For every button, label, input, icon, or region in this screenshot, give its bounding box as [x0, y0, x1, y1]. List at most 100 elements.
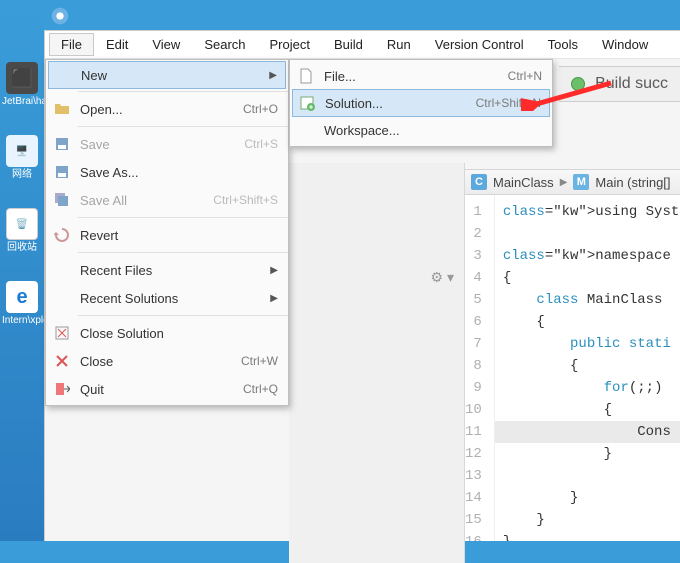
chevron-right-icon: ▶	[268, 265, 278, 276]
breadcrumb-class[interactable]: MainClass	[493, 175, 554, 190]
submenuitem-label: File...	[324, 69, 508, 84]
line-number: 2	[465, 223, 482, 245]
ide-logo-icon	[49, 5, 71, 27]
line-number: 3	[465, 245, 482, 267]
menu-window[interactable]: Window	[590, 33, 660, 56]
menuitem-close-solution[interactable]: Close Solution	[46, 319, 288, 347]
menu-tools[interactable]: Tools	[536, 33, 590, 56]
code-area[interactable]: class="kw">using System; class="kw">name…	[495, 195, 680, 541]
menu-search[interactable]: Search	[192, 33, 257, 56]
menu-file[interactable]: File	[49, 33, 94, 56]
desktop-icon-ie[interactable]: e Intern\xplore	[2, 281, 42, 326]
submenuitem-file[interactable]: File...Ctrl+N	[290, 62, 552, 90]
menu-edit[interactable]: Edit	[94, 33, 140, 56]
quit-icon	[52, 380, 72, 398]
close-icon	[52, 352, 72, 370]
desktop-label: 网络	[2, 169, 42, 180]
submenuitem-solution[interactable]: Solution...Ctrl+Shift+N	[292, 89, 550, 117]
desktop-label: Intern\xplore	[2, 315, 42, 326]
code-editor[interactable]: 12345678910111213141516 class="kw">using…	[465, 195, 680, 541]
code-line: class MainClass	[503, 292, 663, 308]
menu-project[interactable]: Project	[258, 33, 322, 56]
menuitem-label: Recent Files	[80, 263, 268, 278]
menuitem-new[interactable]: New▶	[48, 61, 286, 89]
code-line: }	[503, 534, 511, 541]
menuitem-label: Open...	[80, 102, 243, 117]
menu-file-dropdown: New▶Open...Ctrl+OSaveCtrl+SSave As...Sav…	[45, 59, 289, 406]
menuitem-label: Close Solution	[80, 326, 278, 341]
jetbrains-icon: ⬛	[6, 62, 38, 94]
menu-view[interactable]: View	[140, 33, 192, 56]
menuitem-label: Save	[80, 137, 244, 152]
line-number: 8	[465, 355, 482, 377]
line-number: 15	[465, 509, 482, 531]
ie-icon: e	[6, 281, 38, 313]
menu-run[interactable]: Run	[375, 33, 423, 56]
desktop-label: JetBrai\harm	[2, 96, 42, 107]
code-line: class="kw">using System;	[503, 204, 680, 220]
menuitem-close[interactable]: CloseCtrl+W	[46, 347, 288, 375]
code-line: public stati	[503, 336, 671, 352]
desktop-label: 回收站	[2, 242, 42, 253]
line-number: 5	[465, 289, 482, 311]
revert-icon	[52, 226, 72, 244]
menu-separator	[78, 217, 288, 218]
code-line: {	[503, 402, 612, 418]
desktop-icon-recyclebin[interactable]: 🗑️ 回收站	[2, 208, 42, 253]
code-line: class="kw">namespace Mode01	[503, 248, 680, 264]
close-sol-icon	[52, 324, 72, 342]
code-line: {	[503, 270, 511, 286]
menuitem-shortcut: Ctrl+W	[241, 354, 278, 368]
line-number: 4	[465, 267, 482, 289]
code-line: {	[503, 358, 579, 374]
blank-icon	[52, 261, 72, 279]
code-line: Cons	[495, 421, 680, 443]
menuitem-label: Recent Solutions	[80, 291, 268, 306]
line-number: 7	[465, 333, 482, 355]
menu-separator	[78, 91, 288, 92]
menu-version-control[interactable]: Version Control	[423, 33, 536, 56]
menu-separator	[78, 315, 288, 316]
desktop-icon-jetbrains[interactable]: ⬛ JetBrai\harm	[2, 62, 42, 107]
menuitem-open[interactable]: Open...Ctrl+O	[46, 95, 288, 123]
menuitem-save-as[interactable]: Save As...	[46, 158, 288, 186]
menu-new-submenu: File...Ctrl+NSolution...Ctrl+Shift+N Work…	[289, 59, 553, 147]
line-number: 9	[465, 377, 482, 399]
menuitem-shortcut: Ctrl+S	[244, 137, 278, 151]
submenuitem-label: Workspace...	[324, 123, 542, 138]
submenuitem-workspace[interactable]: Workspace...	[290, 116, 552, 144]
menuitem-save-all: Save AllCtrl+Shift+S	[46, 186, 288, 214]
solution-icon	[297, 94, 317, 112]
menuitem-label: New	[81, 68, 267, 83]
menuitem-recent-files[interactable]: Recent Files▶	[46, 256, 288, 284]
blank-icon	[52, 289, 72, 307]
line-number: 11	[465, 421, 482, 443]
gear-icon[interactable]: ⚙ ▾	[431, 269, 454, 286]
menuitem-label: Revert	[80, 228, 278, 243]
line-number: 13	[465, 465, 482, 487]
line-gutter: 12345678910111213141516	[465, 195, 495, 541]
menuitem-revert[interactable]: Revert	[46, 221, 288, 249]
menuitem-label: Quit	[80, 382, 243, 397]
code-line: for(;;)	[503, 380, 663, 396]
blank-icon	[53, 66, 73, 84]
desktop-icon-network[interactable]: 🖥️ 网络	[2, 135, 42, 180]
line-number: 14	[465, 487, 482, 509]
menu-build[interactable]: Build	[322, 33, 375, 56]
desktop-background: ⬛ JetBrai\harm 🖥️ 网络 🗑️ 回收站 e Intern\xpl…	[0, 0, 44, 541]
menuitem-save: SaveCtrl+S	[46, 130, 288, 158]
save-icon	[52, 163, 72, 181]
folder-icon	[52, 100, 72, 118]
line-number: 12	[465, 443, 482, 465]
method-badge-icon: M	[573, 174, 589, 190]
class-badge-icon: C	[471, 174, 487, 190]
menuitem-quit[interactable]: QuitCtrl+Q	[46, 375, 288, 403]
chevron-right-icon: ▶	[268, 293, 278, 304]
breadcrumb-method[interactable]: Main (string[]	[595, 175, 670, 190]
menuitem-recent-solutions[interactable]: Recent Solutions▶	[46, 284, 288, 312]
menuitem-shortcut: Ctrl+O	[243, 102, 278, 116]
menubar: FileEditViewSearchProjectBuildRunVersion…	[45, 31, 680, 59]
line-number: 6	[465, 311, 482, 333]
chevron-right-icon: ▶	[267, 70, 277, 81]
menuitem-label: Save All	[80, 193, 213, 208]
